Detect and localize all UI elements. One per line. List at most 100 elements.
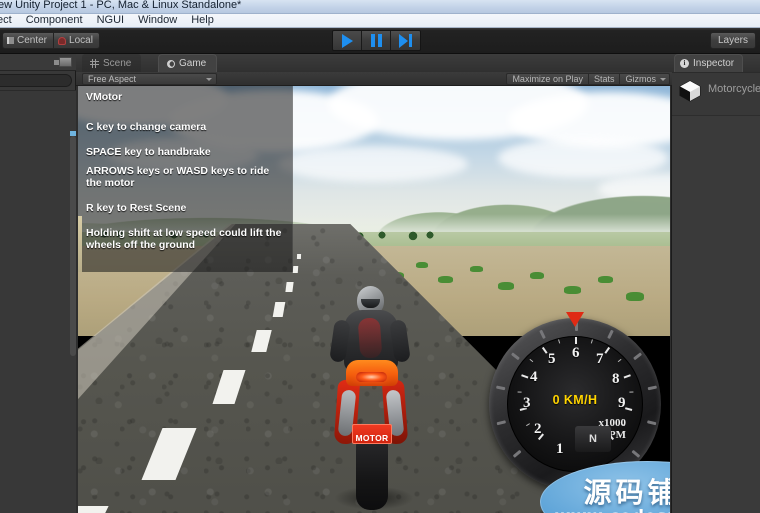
pivot-mode-button[interactable]: Center: [2, 32, 54, 49]
pivot-mode-label: Center: [17, 35, 48, 46]
menu-item-component[interactable]: Component: [19, 14, 90, 27]
tree: [426, 231, 434, 240]
pivot-space-label: Local: [69, 35, 93, 46]
tab-inspector[interactable]: i Inspector: [674, 54, 744, 72]
maximize-on-play-button[interactable]: Maximize on Play: [506, 73, 588, 85]
gear-indicator: N: [575, 426, 611, 452]
road-dash: [78, 506, 109, 513]
help-line-ride: ARROWS keys or WASD keys to ride the mot…: [86, 165, 270, 189]
speed-readout: 0 KM/H: [552, 393, 598, 407]
player-motorcycle: MOTOR: [326, 286, 418, 513]
help-line-camera: C key to change camera: [86, 121, 207, 133]
bush: [416, 262, 428, 268]
game-render-viewport[interactable]: MOTOR 1 2 3 4 5 6 7 8 9 0 KM/H x1000 RPM…: [78, 86, 670, 513]
tail-light: [356, 372, 387, 382]
watermark-brand: 源码铺子: [583, 475, 670, 509]
road-dash: [292, 266, 299, 273]
help-line-shift: Holding shift at low speed could lift th…: [86, 227, 282, 251]
tach-number-4: 4: [530, 369, 538, 385]
os-title-bar: ew Unity Project 1 - PC, Mac & Linux Sta…: [0, 0, 760, 14]
tach-number-1: 1: [556, 441, 564, 457]
play-button[interactable]: [333, 31, 362, 50]
stats-button[interactable]: Stats: [587, 73, 620, 85]
tab-game[interactable]: Game: [158, 54, 218, 72]
bush: [498, 282, 514, 290]
inspector-tab-row: i Inspector: [672, 54, 760, 72]
bush: [598, 276, 613, 283]
scene-grid-icon: [90, 58, 99, 68]
tree: [408, 231, 418, 242]
play-icon: [341, 33, 353, 48]
tachometer-face: 1 2 3 4 5 6 7 8 9 0 KM/H x1000 RPM: [507, 336, 643, 472]
bush: [626, 292, 644, 301]
create-dropdown-icon[interactable]: [54, 57, 72, 67]
rider-jacket-stripe: [357, 317, 383, 359]
step-button[interactable]: [391, 31, 420, 50]
aspect-ratio-label: Free Aspect: [88, 74, 137, 84]
inspected-object-name: Motorcycle: [708, 83, 760, 95]
hierarchy-list[interactable]: [0, 90, 76, 513]
game-moon-icon: [167, 59, 175, 68]
menu-item-ngui[interactable]: NGUI: [90, 14, 132, 27]
menu-item-help[interactable]: Help: [184, 14, 221, 27]
gizmos-dropdown[interactable]: Gizmos: [619, 73, 670, 85]
help-title: VMotor: [86, 91, 123, 103]
game-dock-tab-row: Scene Game: [76, 54, 672, 72]
help-accent-bar: [78, 216, 82, 272]
menu-bar: ect Component NGUI Window Help: [0, 14, 760, 28]
aspect-ratio-dropdown[interactable]: Free Aspect: [82, 73, 217, 85]
bush: [438, 276, 453, 283]
inspector-components-area[interactable]: [672, 116, 760, 513]
license-plate-text: MOTOR: [355, 433, 389, 443]
gizmos-label: Gizmos: [625, 73, 656, 84]
tach-number-8: 8: [612, 371, 620, 387]
help-line-reset: R key to Rest Scene: [86, 202, 187, 214]
lock-icon: [58, 36, 67, 45]
bush: [564, 286, 581, 294]
unity-logo-icon: [678, 79, 702, 103]
chevron-down-icon: [660, 77, 666, 81]
hierarchy-search-input[interactable]: [0, 74, 72, 87]
info-icon: i: [680, 59, 689, 68]
step-icon: [399, 33, 412, 48]
pivot-space-button[interactable]: Local: [53, 32, 100, 49]
bush: [530, 272, 544, 279]
tachometer-redline-marker: [566, 312, 584, 327]
playback-controls: [332, 30, 421, 51]
bush: [470, 266, 483, 272]
road-dash: [285, 282, 294, 292]
window-title: ew Unity Project 1 - PC, Mac & Linux Sta…: [0, 0, 242, 11]
game-view-toolbar-right: Maximize on Play Stats Gizmos: [506, 73, 670, 85]
tab-game-label: Game: [179, 58, 207, 69]
rear-tire: [356, 436, 388, 510]
tab-scene[interactable]: Scene: [82, 54, 142, 72]
road-dash: [296, 254, 302, 259]
hierarchy-tab-row: [0, 54, 76, 71]
tree: [378, 231, 386, 240]
layers-dropdown[interactable]: Layers: [709, 32, 756, 49]
pause-icon: [370, 34, 382, 47]
inspector-panel: i Inspector Motorcycle: [672, 54, 760, 513]
unity-toolbar: Center Local Layers: [0, 28, 760, 54]
help-line-handbrake: SPACE key to handbrake: [86, 146, 211, 158]
game-view-toolbar: Free Aspect Maximize on Play Stats Gizmo…: [76, 72, 672, 86]
tach-number-2: 2: [534, 421, 542, 437]
tach-number-5: 5: [548, 351, 556, 367]
help-overlay: VMotor C key to change camera SPACE key …: [78, 86, 293, 272]
tab-inspector-label: Inspector: [693, 58, 735, 69]
game-view-dock: Scene Game Free Aspect Maximize on Play …: [76, 54, 672, 513]
menu-item-project[interactable]: ect: [0, 14, 19, 27]
tach-number-7: 7: [596, 351, 604, 367]
watermark-url: www.codespu.com: [555, 507, 670, 513]
pivot-toggle-group: Center Local: [2, 32, 100, 49]
menu-item-window[interactable]: Window: [131, 14, 184, 27]
license-plate: MOTOR: [352, 424, 392, 444]
chevron-down-icon: [206, 78, 212, 81]
unity-editor-window: ew Unity Project 1 - PC, Mac & Linux Sta…: [0, 0, 760, 513]
hierarchy-panel: [0, 54, 76, 513]
tab-scene-label: Scene: [103, 57, 132, 69]
inspector-body: Motorcycle: [672, 72, 760, 513]
center-icon: [7, 37, 14, 44]
pause-button[interactable]: [362, 31, 391, 50]
tach-number-6: 6: [572, 345, 580, 361]
